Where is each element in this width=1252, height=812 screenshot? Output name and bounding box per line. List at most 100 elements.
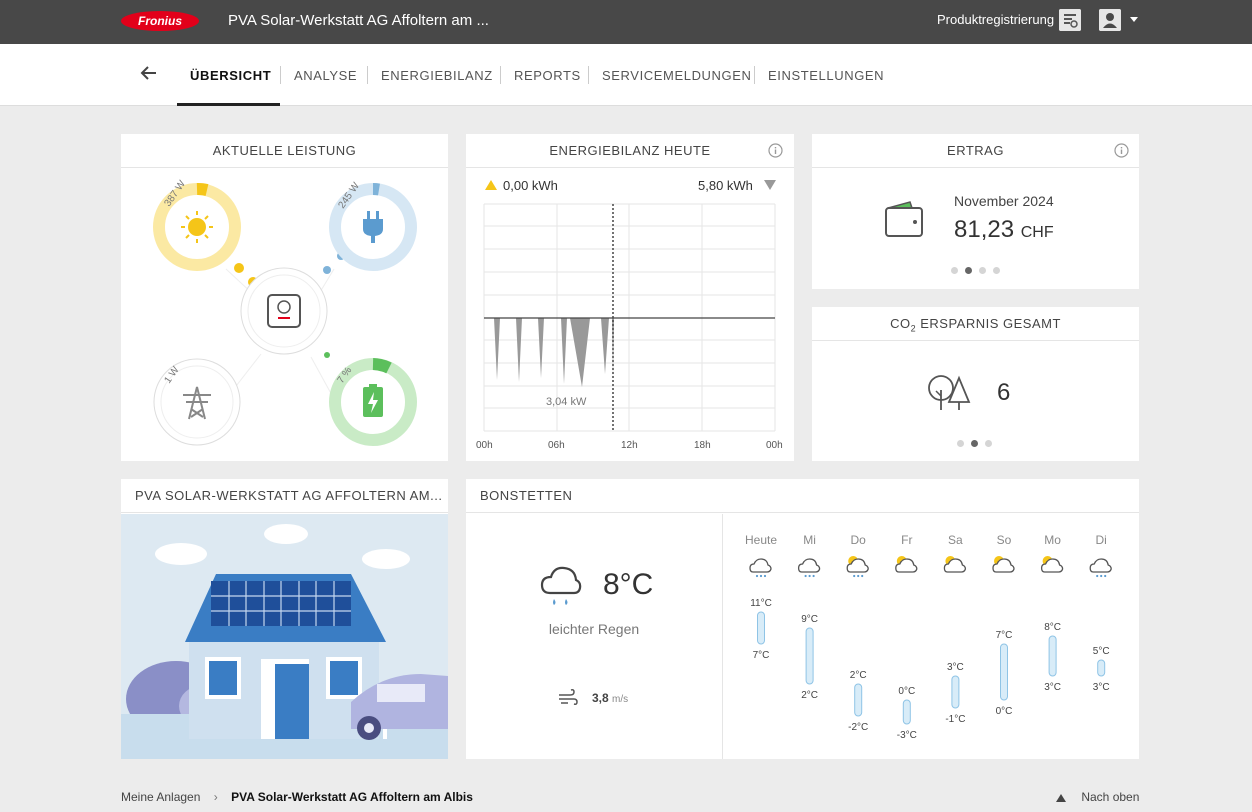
forecast-max-temp: 9°C: [801, 614, 818, 625]
tab-divider: [367, 66, 368, 84]
forecast-weather-icon: [749, 558, 772, 578]
tab-settings[interactable]: EINSTELLUNGEN: [768, 68, 884, 83]
carousel-dot[interactable]: [971, 440, 978, 447]
tab-divider: [588, 66, 589, 84]
yield-amount: 81,23: [954, 216, 1015, 243]
yield-card: ERTRAG November 2024 81,23 CHF: [812, 134, 1139, 289]
breadcrumb-root[interactable]: Meine Anlagen: [121, 790, 200, 804]
sun-icon: [188, 218, 206, 236]
load-node[interactable]: 245 W: [329, 180, 417, 271]
carousel-dot[interactable]: [979, 267, 986, 274]
forecast-max-temp: 0°C: [898, 686, 915, 697]
user-icon[interactable]: [1099, 9, 1121, 31]
forecast-max-temp: 5°C: [1093, 646, 1110, 657]
battery-icon: [363, 384, 383, 417]
registration-icon[interactable]: [1059, 9, 1081, 31]
chevron-down-icon[interactable]: [1130, 17, 1138, 22]
info-icon[interactable]: [768, 143, 783, 158]
forecast-min-temp: 3°C: [1044, 682, 1061, 693]
carousel-dot[interactable]: [965, 267, 972, 274]
battery-node[interactable]: 7 %: [329, 358, 417, 446]
forecast-day-label: Do: [851, 533, 867, 547]
forecast-weather-icon: [846, 556, 869, 578]
rain-cloud-icon: [540, 566, 582, 605]
flow-dot-battery: [324, 352, 330, 358]
forecast-day-label: Di: [1096, 533, 1107, 547]
card-title: CO2 ERSPARNIS GESAMT: [812, 307, 1139, 341]
carousel-dots: [957, 440, 992, 447]
x-tick-label: 18h: [694, 440, 711, 451]
back-to-top-link[interactable]: Nach oben: [1056, 790, 1139, 804]
forecast-temp-bar: [1048, 635, 1057, 677]
system-image-card[interactable]: PVA SOLAR-WERKSTATT AG AFFOLTERN AM...: [121, 479, 448, 759]
carousel-dot[interactable]: [993, 267, 1000, 274]
tab-reports[interactable]: REPORTS: [514, 68, 581, 83]
tab-analysis[interactable]: ANALYSE: [294, 68, 357, 83]
forecast-weather-icon: [1089, 558, 1112, 578]
active-tab-indicator: [177, 103, 280, 106]
peak-label: 3,04 kW: [546, 396, 587, 408]
info-icon[interactable]: [1114, 143, 1129, 158]
energy-balance-chart: 3,04 kW 00h 06h 12h 18h 00h: [476, 203, 783, 451]
forecast-day-label: Heute: [745, 533, 777, 547]
forecast-day-label: Fr: [901, 533, 912, 547]
breadcrumb-separator: ›: [213, 790, 218, 804]
tab-divider: [280, 66, 281, 84]
forecast-temp-bar: [757, 611, 765, 645]
forecast-temp-bar: [902, 699, 911, 725]
triangle-down-icon: [764, 180, 776, 190]
x-tick-label: 00h: [766, 440, 783, 451]
forecast-chart: Heute 11°C 7°C Mi 9°C 2°C Do 2°C -2°C Fr 0°C -3°C Sa…: [745, 533, 1112, 741]
x-tick-label: 06h: [548, 440, 565, 451]
consumed-value: 5,80 kWh: [698, 178, 753, 193]
flow-dot-pv: [234, 263, 244, 273]
carousel-dot[interactable]: [985, 440, 992, 447]
co2-savings-card: CO2 ERSPARNIS GESAMT 6: [812, 307, 1139, 461]
forecast-max-temp: 2°C: [850, 670, 867, 681]
carousel-dot[interactable]: [957, 440, 964, 447]
forecast-day-label: Sa: [948, 533, 963, 547]
power-flow-diagram: 387 W 245 W 1 W 7 %: [153, 178, 417, 446]
wind-unit: m/s: [612, 694, 629, 705]
forecast-min-temp: 2°C: [801, 690, 818, 701]
forecast-min-temp: 0°C: [996, 706, 1013, 717]
wallet-icon: [885, 201, 923, 237]
forecast-weather-icon: [895, 556, 918, 573]
consumption-series: [484, 318, 614, 387]
back-arrow-icon[interactable]: [138, 62, 160, 84]
carousel-dot[interactable]: [951, 267, 958, 274]
svg-text:Fronius: Fronius: [138, 14, 182, 28]
main-nav: ÜBERSICHT ANALYSE ENERGIEBILANZ REPORTS …: [0, 44, 1252, 106]
forecast-day-label: Mo: [1044, 533, 1061, 547]
trees-icon: [928, 375, 971, 410]
x-tick-label: 12h: [621, 440, 638, 451]
fronius-logo[interactable]: Fronius: [120, 10, 200, 32]
card-title: BONSTETTEN: [466, 479, 1139, 513]
tab-service-messages[interactable]: SERVICEMELDUNGEN: [602, 68, 752, 83]
forecast-min-temp: 7°C: [753, 650, 770, 661]
forecast-weather-icon: [1040, 556, 1064, 573]
grid-node[interactable]: 1 W: [153, 358, 241, 446]
inverter-node[interactable]: [240, 267, 328, 355]
tab-overview[interactable]: ÜBERSICHT: [190, 68, 271, 83]
forecast-temp-bar: [951, 675, 960, 709]
weather-card: BONSTETTEN 8°C leichter Regen 3,8 m/s He…: [466, 479, 1139, 759]
forecast-temp-bar: [854, 683, 863, 717]
tab-energy-balance[interactable]: ENERGIEBILANZ: [381, 68, 493, 83]
breadcrumb-current: PVA Solar-Werkstatt AG Affoltern am Albi…: [231, 790, 473, 804]
forecast-temp-bar: [1097, 659, 1106, 677]
yield-currency: CHF: [1020, 224, 1054, 241]
forecast-min-temp: -2°C: [848, 722, 868, 733]
house-illustration: [121, 514, 448, 759]
divider: [722, 514, 723, 759]
produced-value: 0,00 kWh: [503, 178, 558, 193]
wind-speed-block: 3,8 m/s: [592, 691, 628, 705]
forecast-max-temp: 11°C: [750, 598, 772, 609]
forecast-min-temp: 3°C: [1093, 682, 1110, 693]
pv-node[interactable]: 387 W: [153, 178, 241, 271]
product-registration-link[interactable]: Produktregistrierung: [937, 12, 1054, 27]
inverter-icon: [267, 294, 301, 328]
current-weather-description: leichter Regen: [548, 621, 640, 637]
forecast-min-temp: -1°C: [945, 714, 965, 725]
current-power-card: AKTUELLE LEISTUNG 387 W 245 W 1 W 7 %: [121, 134, 448, 461]
